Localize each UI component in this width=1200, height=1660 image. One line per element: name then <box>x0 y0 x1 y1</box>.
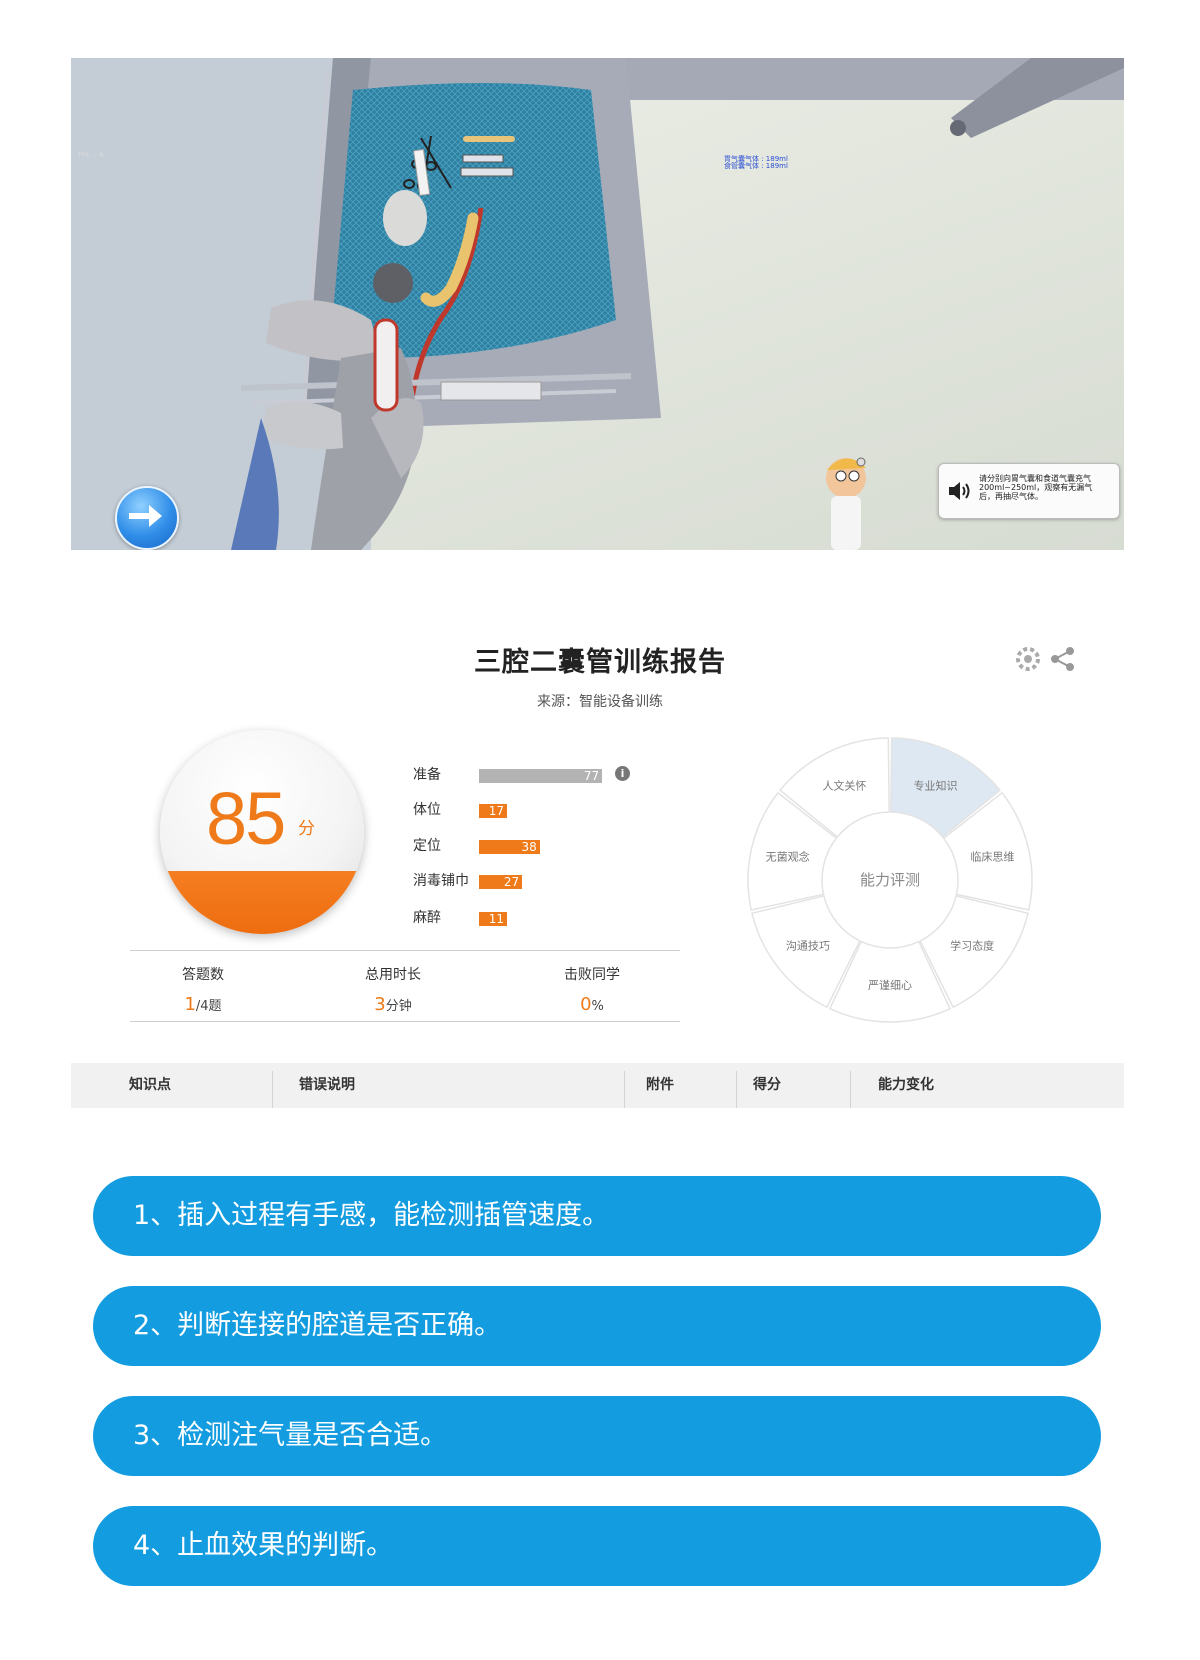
radar-segment-label: 专业知识 <box>914 778 958 792</box>
radar-segment-label: 沟通技巧 <box>786 939 830 952</box>
category-value: 11 <box>488 912 504 926</box>
radar-segment-label: 临床思维 <box>970 850 1014 864</box>
col-error-description[interactable]: 错误说明 <box>299 1063 355 1108</box>
col-ability-change[interactable]: 能力变化 <box>878 1063 934 1108</box>
detail-table-header: 知识点 错误说明 附件 得分 能力变化 <box>71 1063 1124 1108</box>
category-bar: 38 <box>479 840 540 854</box>
report-actions <box>1015 646 1085 672</box>
category-label: 消毒铺巾 <box>413 873 469 889</box>
category-bar: 17 <box>479 804 507 818</box>
feature-text: 2、判断连接的腔道是否正确。 <box>133 1310 502 1341</box>
share-icon[interactable] <box>1049 646 1077 672</box>
radar-center-label: 能力评测 <box>860 871 920 889</box>
category-label: 体位 <box>413 802 441 818</box>
gas-volume-readout: 胃气囊气体 : 189ml 食管囊气体 : 189ml <box>724 156 788 170</box>
total-score-ball: 85 分 <box>160 730 364 934</box>
feature-pill: 1、插入过程有手感，能检测插管速度。 <box>93 1176 1101 1256</box>
gear-icon[interactable] <box>1015 646 1043 672</box>
feature-text: 3、检测注气量是否合适。 <box>133 1420 448 1451</box>
esophageal-balloon-gas: 食管囊气体 : 189ml <box>724 162 788 170</box>
report-source: 来源：智能设备训练 <box>537 694 663 710</box>
category-value: 38 <box>521 840 537 854</box>
beat-value: 0% <box>580 994 604 1015</box>
category-value: 17 <box>488 804 504 818</box>
category-bar: 27 <box>479 875 523 889</box>
fps-counter: FPS : 0 <box>78 152 104 159</box>
score-unit: 分 <box>298 819 315 839</box>
time-value: 3分钟 <box>374 994 412 1015</box>
category-label: 准备 <box>413 767 441 783</box>
category-bar: 11 <box>479 912 507 926</box>
radar-segment-label: 严谨细心 <box>868 978 912 992</box>
answers-label: 答题数 <box>182 967 224 983</box>
radar-segment-label: 无菌观念 <box>766 850 810 864</box>
col-score[interactable]: 得分 <box>753 1063 781 1108</box>
col-divider <box>624 1071 625 1108</box>
feature-text: 1、插入过程有手感，能检测插管速度。 <box>133 1200 610 1231</box>
category-bar: 77 <box>479 769 603 783</box>
col-attachment[interactable]: 附件 <box>646 1063 674 1108</box>
total-score: 85 <box>206 777 286 860</box>
radar-segment-label: 学习态度 <box>950 938 994 952</box>
col-divider <box>272 1071 273 1108</box>
feature-text: 4、止血效果的判断。 <box>133 1530 394 1561</box>
answers-value: 1/4题 <box>184 994 222 1015</box>
arrow-right-icon <box>129 505 162 527</box>
simulation-viewport[interactable]: FPS : 0 胃气囊气体 : 189ml 食管囊气体 : 189ml 请分别向… <box>71 58 1124 550</box>
stats-divider-bottom <box>130 1021 680 1022</box>
category-label: 麻醉 <box>413 910 441 926</box>
radar-segment-label: 人文关怀 <box>822 778 866 792</box>
instruction-text: 请分别向胃气囊和食道气囊充气200ml~250ml，观察有无漏气后，再抽尽气体。 <box>979 474 1093 501</box>
score-fill <box>160 870 364 934</box>
col-knowledge-point[interactable]: 知识点 <box>129 1063 171 1108</box>
ability-radar: 专业知识临床思维学习态度严谨细心 沟通技巧 无菌观念 人文关怀能力评测 <box>747 737 1033 1023</box>
info-icon[interactable]: i <box>615 766 630 781</box>
next-step-button[interactable] <box>115 486 179 550</box>
category-value: 27 <box>503 875 520 889</box>
feature-pill: 2、判断连接的腔道是否正确。 <box>93 1286 1101 1366</box>
category-label: 定位 <box>413 838 441 854</box>
category-value: 77 <box>583 769 600 783</box>
feature-pill: 3、检测注气量是否合适。 <box>93 1396 1101 1476</box>
feature-pill: 4、止血效果的判断。 <box>93 1506 1101 1586</box>
time-label: 总用时长 <box>365 967 421 983</box>
speaker-icon[interactable] <box>947 478 971 504</box>
col-divider <box>850 1071 851 1108</box>
beat-label: 击败同学 <box>564 967 620 983</box>
instruction-bubble: 请分别向胃气囊和食道气囊充气200ml~250ml，观察有无漏气后，再抽尽气体。 <box>938 463 1120 519</box>
col-divider <box>736 1071 737 1108</box>
stats-divider-top <box>130 950 680 951</box>
